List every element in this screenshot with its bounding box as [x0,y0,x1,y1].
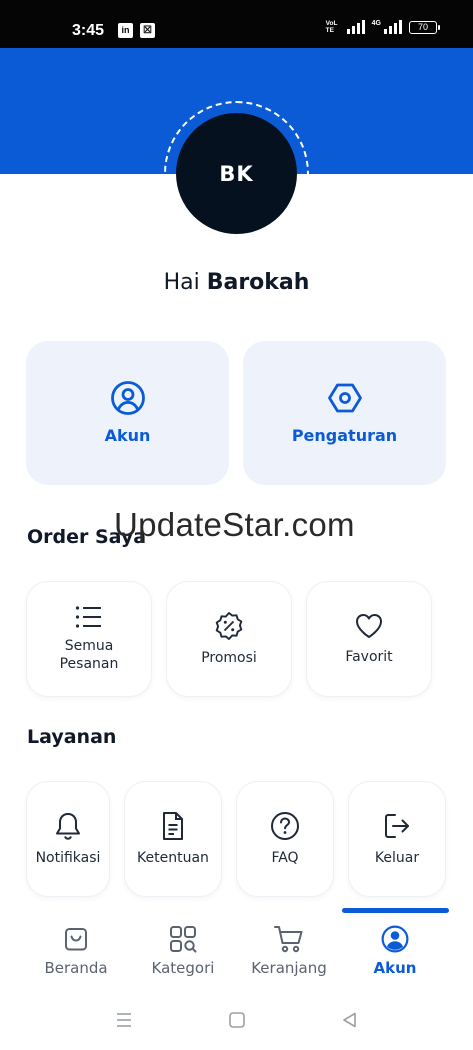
volte-indicator: VoLTE [326,20,340,34]
menu-icon[interactable] [114,1010,134,1030]
favorite-tile[interactable]: Favorit [306,581,432,697]
user-circle-icon [110,381,145,415]
home-square-icon[interactable] [227,1010,247,1030]
terms-tile[interactable]: Ketentuan [124,781,222,897]
user-name: Barokah [206,270,310,295]
battery-icon: 70 [409,20,440,34]
shopping-bag-icon [65,928,87,951]
category-grid-icon [170,926,197,953]
notification-tile[interactable]: Notifikasi [26,781,110,897]
greeting-prefix: Hai [163,270,200,295]
list-icon [75,606,101,628]
status-indicators: VoLTE 4G 70 [326,20,440,34]
battery-level: 70 [417,21,428,32]
hexagon-settings-icon [327,383,362,413]
cart-icon [274,926,303,953]
logout-icon [385,814,409,838]
account-card-label: Akun [104,426,151,445]
back-triangle-icon[interactable] [340,1010,360,1030]
logout-tile[interactable]: Keluar [348,781,446,897]
avatar-initials: BK [219,161,254,186]
nav-item-beranda[interactable]: Beranda [17,924,135,984]
nav-label-akun: Akun [373,959,417,977]
services-section-title: Layanan [27,726,117,748]
nav-item-keranjang[interactable]: Keranjang [230,924,348,984]
all-orders-label: Semua Pesanan [59,638,119,672]
signal-2-icon [384,20,402,34]
all-orders-tile[interactable]: Semua Pesanan [26,581,152,697]
account-card[interactable]: Akun [26,341,229,485]
greeting: Hai Barokah [0,270,473,295]
nav-label-keranjang: Keranjang [251,959,327,977]
nav-label-kategori: Kategori [151,959,215,977]
watermark: UpdateStar.com [114,506,355,543]
heart-icon [356,614,382,638]
settings-card[interactable]: Pengaturan [243,341,446,485]
document-icon [163,812,183,840]
discount-badge-icon [215,612,243,640]
bell-icon [56,813,80,840]
status-bar: 3:45 in ☒ VoLTE 4G 70 [0,0,473,48]
faq-label: FAQ [271,850,299,866]
notification-app-icon: ☒ [140,23,155,38]
nav-item-akun[interactable]: Akun [336,924,454,984]
volte-label: VoLTE [325,20,338,34]
settings-card-label: Pengaturan [291,426,398,445]
avatar[interactable]: BK [176,113,297,234]
question-circle-icon [271,812,299,840]
status-time: 3:45 [72,22,105,39]
linkedin-icon: in [118,23,133,38]
network-type: 4G [371,20,381,27]
faq-tile[interactable]: FAQ [236,781,334,897]
signal-icon [346,20,365,34]
promotion-tile[interactable]: Promosi [166,581,292,697]
logout-label: Keluar [374,850,420,866]
nav-item-kategori[interactable]: Kategori [124,924,242,984]
account-icon [381,925,409,953]
nav-label-beranda: Beranda [44,959,108,977]
notification-label: Notifikasi [35,850,101,866]
favorite-label: Favorit [345,649,393,665]
active-tab-indicator [342,908,449,913]
promotion-label: Promosi [201,650,257,666]
terms-label: Ketentuan [137,850,209,866]
